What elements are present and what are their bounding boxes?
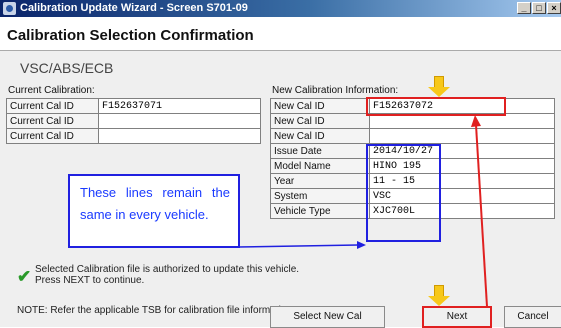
app-icon [3,2,16,15]
status-message-line: Press NEXT to continue. [35,275,145,286]
module-name: VSC/ABS/ECB [20,60,114,76]
checkmark-icon: ✔ [17,267,32,286]
system-key: System [270,188,370,204]
status-message-line: Selected Calibration file is authorized … [35,264,300,275]
window-title-bar: Calibration Update Wizard - Screen S701-… [0,0,561,17]
page-title: Calibration Selection Confirmation [7,27,254,44]
minimize-button[interactable]: _ [517,2,531,14]
cancel-button[interactable]: Cancel [504,306,561,328]
table-row: New Cal ID [270,128,555,144]
annotation-line: same in every vehicle. [80,207,209,222]
status-message: Selected Calibration file is authorized … [35,264,299,286]
table-row: Current Cal ID [6,113,261,129]
table-row: Current Cal ID F152637071 [6,98,261,114]
current-cal-id-key: Current Cal ID [6,128,99,144]
new-cal-id-key: New Cal ID [270,113,370,129]
pointer-arrow [471,115,489,324]
new-calibration-label: New Calibration Information: [272,85,399,96]
next-button[interactable]: Next [422,306,492,328]
tsb-note: NOTE: Refer the applicable TSB for calib… [17,305,295,316]
current-cal-id-key: Current Cal ID [6,113,99,129]
new-cal-id-key: New Cal ID [270,128,370,144]
table-row: Current Cal ID [6,128,261,144]
year-key: Year [270,173,370,189]
current-cal-id-value [98,113,261,129]
current-calibration-label: Current Calibration: [8,85,95,96]
current-calibration-table: Current Cal ID F152637071 Current Cal ID … [6,98,261,144]
annotation-line: These lines remain the [80,185,230,200]
close-button[interactable]: × [547,2,561,14]
issue-date-key: Issue Date [270,143,370,159]
window-controls: _ □ × [517,2,561,14]
select-new-cal-button[interactable]: Select New Cal [270,306,385,328]
current-cal-id-value: F152637071 [98,98,261,114]
new-cal-id-key: New Cal ID [270,98,370,114]
current-cal-id-value [98,128,261,144]
window-title: Calibration Update Wizard - Screen S701-… [20,2,248,14]
maximize-button[interactable]: □ [532,2,546,14]
current-cal-id-key: Current Cal ID [6,98,99,114]
annotation-callout: These lines remain the same in every veh… [68,174,240,248]
annotation-arrow [238,241,366,249]
new-cal-id-value [369,128,555,144]
model-name-key: Model Name [270,158,370,174]
wizard-window: Calibration Selection Confirmation VSC/A… [0,17,561,327]
page-header: Calibration Selection Confirmation [0,17,561,51]
